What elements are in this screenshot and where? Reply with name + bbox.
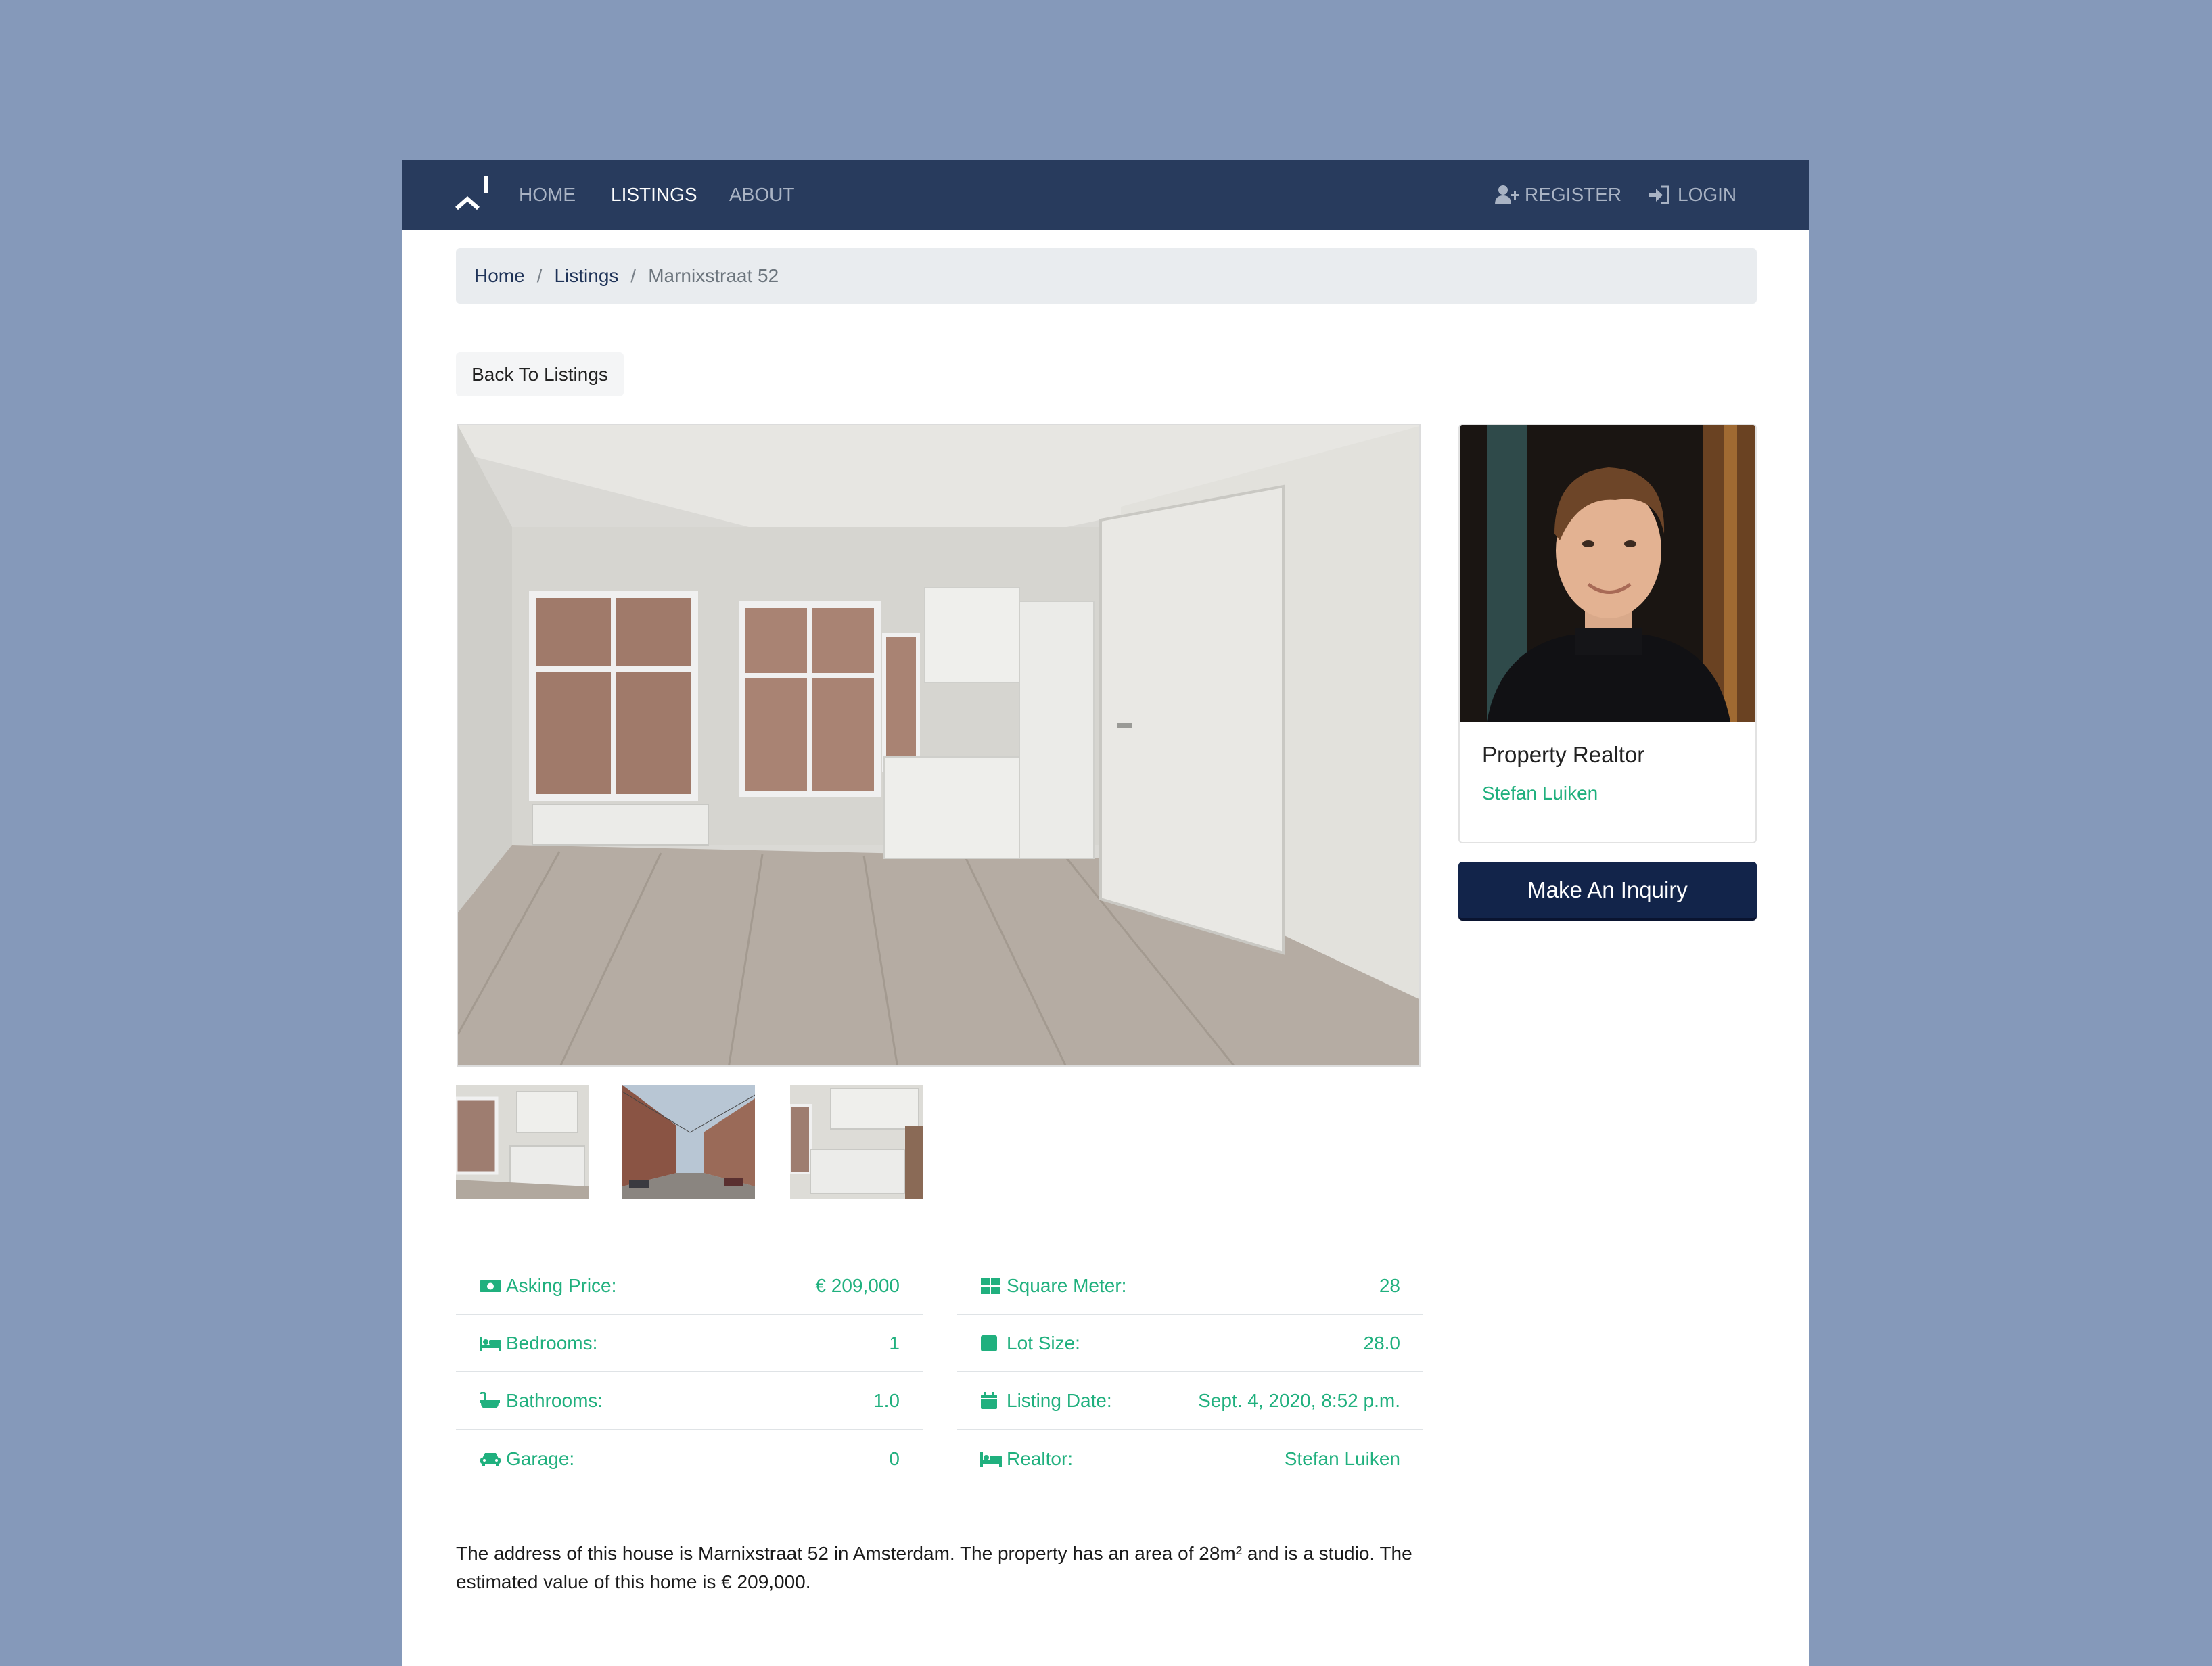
detail-value: Sept. 4, 2020, 8:52 p.m. <box>1198 1389 1400 1411</box>
realtor-card: Property Realtor Stefan Luiken <box>1458 424 1757 843</box>
detail-label: Bathrooms: <box>506 1389 603 1411</box>
detail-label: Listing Date: <box>1007 1389 1112 1411</box>
detail-value: Stefan Luiken <box>1284 1448 1400 1469</box>
calendar-icon <box>980 1391 1003 1410</box>
nav-login[interactable]: LOGIN <box>1648 183 1736 207</box>
main-listing-photo[interactable] <box>457 424 1421 1067</box>
bath-icon <box>479 1391 502 1410</box>
browser-page: HOME LISTINGS ABOUT REGISTER LOGIN Home … <box>402 160 1809 1666</box>
thumbnail-kitchen-2[interactable] <box>790 1085 923 1199</box>
detail-row-bathrooms: Bathrooms: 1.0 <box>456 1372 923 1430</box>
realtor-title: Property Realtor <box>1482 742 1645 767</box>
breadcrumb-separator: / <box>536 265 543 286</box>
nav-register[interactable]: REGISTER <box>1495 183 1621 207</box>
breadcrumb-current: Marnixstraat 52 <box>648 265 779 286</box>
breadcrumb-home[interactable]: Home <box>474 265 525 287</box>
detail-row-realtor: Realtor: Stefan Luiken <box>957 1430 1423 1487</box>
login-label: LOGIN <box>1678 184 1737 205</box>
details-list-left: Asking Price: € 209,000 Bedrooms: 1 Bath… <box>456 1257 923 1487</box>
realtor-name-link[interactable]: Stefan Luiken <box>1482 783 1598 804</box>
nav-about[interactable]: ABOUT <box>729 183 794 207</box>
back-to-listings-button[interactable]: Back To Listings <box>456 352 624 396</box>
detail-label: Asking Price: <box>506 1274 617 1296</box>
breadcrumb: Home / Listings / Marnixstraat 52 <box>456 248 1757 304</box>
detail-value: 0 <box>889 1448 900 1469</box>
navbar: HOME LISTINGS ABOUT REGISTER LOGIN <box>402 160 1809 230</box>
listing-description: The address of this house is Marnixstraa… <box>456 1543 1412 1592</box>
detail-label: Realtor: <box>1007 1448 1074 1469</box>
detail-label: Lot Size: <box>1007 1332 1080 1353</box>
square-icon <box>980 1335 1003 1352</box>
detail-label: Square Meter: <box>1007 1274 1127 1296</box>
nav-home[interactable]: HOME <box>519 183 576 207</box>
detail-row-asking-price: Asking Price: € 209,000 <box>456 1257 923 1315</box>
register-label: REGISTER <box>1525 184 1622 205</box>
thumbnail-kitchen-1[interactable] <box>456 1085 589 1199</box>
car-icon <box>479 1450 502 1468</box>
logo-icon[interactable] <box>454 175 490 214</box>
breadcrumb-separator: / <box>630 265 637 286</box>
bed-icon <box>479 1335 502 1352</box>
detail-value: 1.0 <box>873 1389 900 1411</box>
realtor-photo <box>1460 425 1755 722</box>
details-list-right: Square Meter: 28 Lot Size: 28.0 Listing … <box>957 1257 1423 1487</box>
detail-row-lot-size: Lot Size: 28.0 <box>957 1315 1423 1372</box>
detail-value: € 209,000 <box>815 1274 900 1296</box>
detail-value: 28 <box>1379 1274 1400 1296</box>
detail-row-garage: Garage: 0 <box>456 1430 923 1487</box>
make-inquiry-button[interactable]: Make An Inquiry <box>1458 862 1757 921</box>
detail-label: Bedrooms: <box>506 1332 598 1353</box>
user-plus-icon <box>1495 185 1521 205</box>
sign-in-icon <box>1648 185 1674 205</box>
nav-listings[interactable]: LISTINGS <box>611 183 697 207</box>
detail-value: 28.0 <box>1363 1332 1401 1353</box>
money-icon <box>479 1277 502 1295</box>
detail-row-square-meter: Square Meter: 28 <box>957 1257 1423 1315</box>
grid-icon <box>980 1277 1003 1295</box>
breadcrumb-listings[interactable]: Listings <box>554 265 618 287</box>
bed-icon <box>980 1450 1003 1468</box>
detail-value: 1 <box>889 1332 900 1353</box>
detail-row-listing-date: Listing Date: Sept. 4, 2020, 8:52 p.m. <box>957 1372 1423 1430</box>
detail-label: Garage: <box>506 1448 575 1469</box>
detail-row-bedrooms: Bedrooms: 1 <box>456 1315 923 1372</box>
thumbnail-street[interactable] <box>622 1085 755 1199</box>
